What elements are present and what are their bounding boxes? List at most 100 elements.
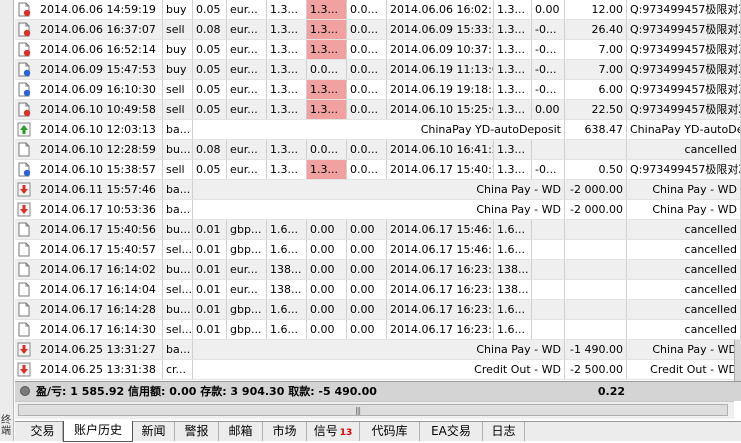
table-row[interactable]: 2014.06.10 10:49:58 sell 0.05 eur... 1.3... 1… (15, 100, 741, 120)
cell-comm (532, 260, 565, 279)
buy-order-icon (17, 82, 31, 97)
table-row[interactable]: 2014.06.11 15:57:46 ba... China Pay - WD -2… (15, 180, 741, 200)
horizontal-scroll-thumb[interactable]: ||| (18, 404, 728, 416)
cell-price: 1.3... (267, 40, 307, 59)
cell-type: bu... (163, 300, 193, 319)
cell-type: ba... (163, 180, 193, 199)
cell-price: 1.3... (267, 160, 307, 179)
cell-sl: 1.3... (307, 160, 347, 179)
cell-comment: China Pay - WD (627, 180, 741, 199)
tab-1[interactable]: 账户历史 (63, 421, 133, 442)
vertical-scrollbar[interactable] (734, 340, 741, 384)
table-row[interactable]: 2014.06.10 12:03:13 ba... ChinaPay YD-auto… (15, 120, 741, 140)
cell-comm (532, 300, 565, 319)
pending-order-icon (17, 142, 31, 157)
cell-vol: 0.01 (193, 320, 227, 339)
tab-7[interactable]: 代码库 (360, 422, 420, 441)
tab-9[interactable]: 日志 (483, 422, 525, 441)
tab-label: 代码库 (371, 424, 408, 438)
cell-vol: 0.01 (193, 280, 227, 299)
cell-profit: -2 500.00 (565, 360, 627, 379)
cell-price: 1.3... (267, 80, 307, 99)
cell-sym: eur... (227, 20, 267, 39)
cell-price: 1.3... (267, 0, 307, 19)
cell-comm: -0... (532, 160, 565, 179)
cell-vol: 0.05 (193, 40, 227, 59)
withdraw-arrow-icon (17, 182, 31, 197)
table-row[interactable]: 2014.06.10 15:38:57 sell 0.05 eur... 1.3... 1… (15, 160, 741, 180)
tab-6[interactable]: 信号 13 (307, 422, 360, 441)
cell-type: sell (163, 160, 193, 179)
cell-ctime: 2014.06.17 16:23:38 (387, 260, 494, 279)
cell-ctime: 2014.06.17 15:46:11 (387, 240, 494, 259)
cell-cprice: 1.3... (494, 100, 532, 119)
cell-profit (565, 260, 627, 279)
cell-comment: Q:973499457极限对冲 (627, 40, 741, 59)
table-row[interactable]: 2014.06.17 16:14:02 bu... 0.01 eur... 138...… (15, 260, 741, 280)
cell-type: cr... (163, 360, 193, 379)
tab-0[interactable]: 交易 (23, 422, 63, 441)
cell-type: sell (163, 80, 193, 99)
tab-2[interactable]: 新闻 (133, 422, 175, 441)
table-row[interactable]: 2014.06.25 13:31:27 ba... China Pay - WD -1… (15, 340, 741, 360)
cell-comment: Q:973499457极限对冲 (627, 160, 741, 179)
cell-cprice: 138... (494, 280, 532, 299)
cell-sl: 0.00 (307, 240, 347, 259)
cell-comm (532, 280, 565, 299)
tab-8[interactable]: EA交易 (420, 422, 483, 441)
tab-label: EA交易 (431, 424, 471, 438)
tab-label: 市场 (272, 424, 297, 438)
table-row[interactable]: 2014.06.10 12:28:59 bu... 0.08 eur... 1.3...… (15, 140, 741, 160)
summary-circle-icon (20, 386, 30, 396)
cell-tp: 0.0... (347, 20, 387, 39)
pending-order-icon (17, 222, 31, 237)
table-row[interactable]: 2014.06.17 15:40:56 bu... 0.01 gbp... 1.6...… (15, 220, 741, 240)
cell-comment: cancelled (627, 280, 741, 299)
table-row[interactable]: 2014.06.06 16:52:14 buy 0.05 eur... 1.3... 1.… (15, 40, 741, 60)
table-row[interactable]: 2014.06.17 15:40:57 sel... 0.01 gbp... 1.6..… (15, 240, 741, 260)
cell-cprice: 1.3... (494, 140, 532, 159)
cell-price: 1.3... (267, 100, 307, 119)
cell-comm: -0... (532, 20, 565, 39)
table-row[interactable]: 2014.06.09 15:47:53 buy 0.05 eur... 1.3... 0.… (15, 60, 741, 80)
terminal-label: 终端 (1, 415, 11, 437)
table-row[interactable]: 2014.06.09 16:10:30 sell 0.05 eur... 1.3... 1… (15, 80, 741, 100)
cell-comm (532, 140, 565, 159)
cell-vol: 0.08 (193, 20, 227, 39)
pending-order-icon (17, 242, 31, 257)
table-row[interactable]: 2014.06.06 16:37:07 sell 0.08 eur... 1.3... 1… (15, 20, 741, 40)
cell-profit: 12.00 (565, 0, 627, 19)
pending-order-icon (17, 302, 31, 317)
cell-sym: eur... (227, 100, 267, 119)
tab-badge: 13 (339, 428, 353, 438)
table-row[interactable]: 2014.06.25 13:31:38 cr... Credit Out - WD -… (15, 360, 741, 380)
cell-price: 1.3... (267, 140, 307, 159)
tab-4[interactable]: 邮箱 (219, 422, 263, 441)
cell-cprice: 1.6... (494, 240, 532, 259)
table-row[interactable]: 2014.06.17 16:14:30 sel... 0.01 gbp... 1.6..… (15, 320, 741, 340)
cell-sl: 0.00 (307, 300, 347, 319)
table-row[interactable]: 2014.06.06 14:59:19 buy 0.05 eur... 1.3... 1.… (15, 0, 741, 20)
table-row[interactable]: 2014.06.17 16:14:04 sel... 0.01 eur... 138..… (15, 280, 741, 300)
cell-comm: 0.00 (532, 0, 565, 19)
horizontal-scrollbar[interactable]: ||| (15, 401, 734, 419)
tab-5[interactable]: 市场 (263, 422, 307, 441)
cell-type: bu... (163, 220, 193, 239)
tab-3[interactable]: 警报 (175, 422, 219, 441)
cell-profit: 6.00 (565, 80, 627, 99)
cell-sym: eur... (227, 40, 267, 59)
cell-tp: 0.0... (347, 40, 387, 59)
cell-sym: gbp... (227, 240, 267, 259)
table-row[interactable]: 2014.06.17 10:53:36 ba... China Pay - WD -2… (15, 200, 741, 220)
cell-price: 1.6... (267, 220, 307, 239)
cell-comment: Q:973499457极限对冲 (627, 80, 741, 99)
cell-profit: 26.40 (565, 20, 627, 39)
cell-ctime: 2014.06.10 16:41:20 (387, 140, 494, 159)
cell-time: 2014.06.09 16:10:30 (37, 80, 163, 99)
table-row[interactable]: 2014.06.17 16:14:28 bu... 0.01 gbp... 1.6...… (15, 300, 741, 320)
tab-label: 新闻 (141, 424, 166, 438)
buy-order-icon (17, 162, 31, 177)
cell-ctime: 2014.06.06 16:02:13 (387, 0, 494, 19)
cell-tp: 0.00 (347, 240, 387, 259)
cell-time: 2014.06.06 14:59:19 (37, 0, 163, 19)
